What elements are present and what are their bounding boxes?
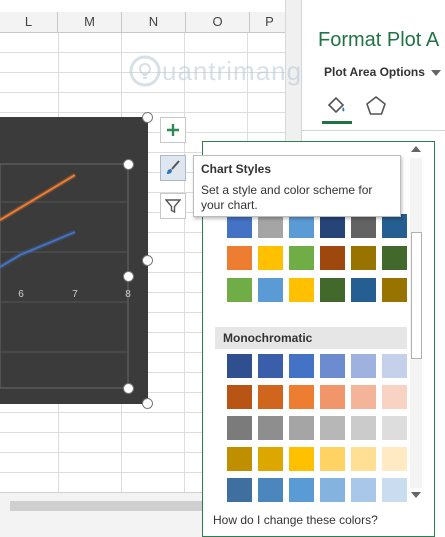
color-swatch[interactable] bbox=[258, 385, 283, 409]
colorful-row-3 bbox=[227, 278, 413, 302]
color-swatch[interactable] bbox=[289, 246, 314, 270]
color-swatch[interactable] bbox=[320, 354, 345, 378]
column-header-n[interactable]: N bbox=[122, 12, 186, 32]
color-swatch[interactable] bbox=[351, 447, 376, 471]
paintbrush-icon bbox=[167, 160, 180, 174]
color-swatch[interactable] bbox=[227, 214, 252, 238]
color-swatch[interactable] bbox=[289, 478, 314, 502]
mono-row-2 bbox=[227, 385, 413, 409]
color-swatch[interactable] bbox=[351, 246, 376, 270]
chart-resize-handle[interactable] bbox=[142, 112, 153, 123]
paint-bucket-icon[interactable] bbox=[324, 94, 348, 118]
color-swatch[interactable] bbox=[258, 416, 283, 440]
color-swatch[interactable] bbox=[320, 416, 345, 440]
pentagon-icon[interactable] bbox=[364, 94, 388, 118]
color-swatch[interactable] bbox=[227, 478, 252, 502]
color-swatch[interactable] bbox=[227, 278, 252, 302]
plus-icon bbox=[167, 124, 179, 136]
active-tab-indicator bbox=[322, 121, 352, 124]
pane-divider bbox=[302, 130, 445, 131]
color-swatch[interactable] bbox=[258, 478, 283, 502]
plot-area-handle[interactable] bbox=[123, 271, 134, 282]
scroll-down-arrow-icon[interactable] bbox=[411, 492, 421, 498]
color-swatch[interactable] bbox=[289, 447, 314, 471]
color-swatch[interactable] bbox=[382, 416, 407, 440]
mono-row-4 bbox=[227, 447, 413, 471]
mono-row-1 bbox=[227, 354, 413, 378]
color-swatch[interactable] bbox=[289, 385, 314, 409]
x-tick-label: 6 bbox=[18, 289, 24, 300]
color-swatch[interactable] bbox=[351, 214, 376, 238]
x-tick-label: 7 bbox=[72, 289, 78, 300]
color-swatch[interactable] bbox=[320, 214, 345, 238]
color-swatch[interactable] bbox=[227, 447, 252, 471]
monochromatic-group-header: Monochromatic bbox=[215, 327, 407, 349]
plot-area-options-label: Plot Area Options bbox=[324, 65, 425, 79]
color-swatch[interactable] bbox=[320, 447, 345, 471]
plot-area-handle[interactable] bbox=[123, 383, 134, 394]
color-swatch[interactable] bbox=[289, 416, 314, 440]
color-swatch[interactable] bbox=[382, 214, 407, 238]
chart-filters-button[interactable] bbox=[160, 193, 186, 219]
plot-area-options-dropdown[interactable]: Plot Area Options bbox=[324, 65, 441, 79]
tooltip-title: Chart Styles bbox=[201, 162, 272, 176]
lightbulb-logo-icon bbox=[129, 55, 161, 87]
gallery-scrollbar[interactable] bbox=[408, 142, 424, 504]
plot-area-handle[interactable] bbox=[123, 159, 134, 170]
x-tick-label: 8 bbox=[125, 289, 131, 300]
color-swatch[interactable] bbox=[227, 416, 252, 440]
chevron-down-icon bbox=[430, 69, 441, 76]
color-swatch[interactable] bbox=[227, 354, 252, 378]
color-swatch[interactable] bbox=[382, 278, 407, 302]
tooltip-body: Set a style and color scheme for your ch… bbox=[201, 183, 373, 212]
colorful-row-1 bbox=[227, 214, 413, 238]
color-swatch[interactable] bbox=[258, 278, 283, 302]
scroll-up-arrow-icon[interactable] bbox=[411, 146, 421, 152]
color-swatch[interactable] bbox=[351, 385, 376, 409]
funnel-icon bbox=[165, 199, 181, 214]
colorful-row-2 bbox=[227, 246, 413, 270]
color-swatch[interactable] bbox=[258, 246, 283, 270]
color-swatch[interactable] bbox=[351, 416, 376, 440]
column-header-o[interactable]: O bbox=[186, 12, 250, 32]
color-swatch[interactable] bbox=[227, 246, 252, 270]
color-swatch[interactable] bbox=[382, 354, 407, 378]
series-orange-line[interactable] bbox=[0, 174, 76, 221]
watermark-text: uantrimang bbox=[162, 55, 303, 86]
column-header-p[interactable]: P bbox=[250, 12, 290, 32]
chart-elements-button[interactable] bbox=[160, 117, 186, 143]
color-swatch[interactable] bbox=[382, 385, 407, 409]
color-swatch[interactable] bbox=[382, 478, 407, 502]
color-swatch[interactable] bbox=[351, 478, 376, 502]
gallery-scroll-thumb[interactable] bbox=[411, 232, 422, 359]
color-swatch[interactable] bbox=[320, 278, 345, 302]
color-swatch[interactable] bbox=[382, 447, 407, 471]
plot-area-border[interactable] bbox=[0, 163, 129, 389]
color-swatch[interactable] bbox=[258, 214, 283, 238]
mono-row-5 bbox=[227, 478, 413, 502]
column-header-l[interactable]: L bbox=[0, 12, 58, 32]
column-headers: L M N O P bbox=[0, 12, 300, 33]
color-swatch[interactable] bbox=[320, 246, 345, 270]
color-swatch[interactable] bbox=[289, 354, 314, 378]
watermark: uantrimang bbox=[128, 54, 302, 88]
color-swatch[interactable] bbox=[289, 214, 314, 238]
chart-styles-tooltip: Chart Styles Set a style and color schem… bbox=[193, 155, 401, 217]
color-swatch[interactable] bbox=[382, 246, 407, 270]
column-header-m[interactable]: M bbox=[58, 12, 122, 32]
color-swatch[interactable] bbox=[320, 385, 345, 409]
mono-row-3 bbox=[227, 416, 413, 440]
chart-styles-button[interactable] bbox=[160, 155, 186, 181]
color-swatch[interactable] bbox=[258, 354, 283, 378]
chart-resize-handle[interactable] bbox=[142, 255, 153, 266]
chart-resize-handle[interactable] bbox=[142, 398, 153, 409]
color-swatch[interactable] bbox=[289, 278, 314, 302]
color-swatch[interactable] bbox=[227, 385, 252, 409]
color-swatch[interactable] bbox=[351, 354, 376, 378]
color-swatch[interactable] bbox=[258, 447, 283, 471]
color-swatch[interactable] bbox=[320, 478, 345, 502]
pane-title: Format Plot A bbox=[318, 29, 440, 51]
change-colors-help-link[interactable]: How do I change these colors? bbox=[213, 513, 378, 527]
color-swatch[interactable] bbox=[351, 278, 376, 302]
